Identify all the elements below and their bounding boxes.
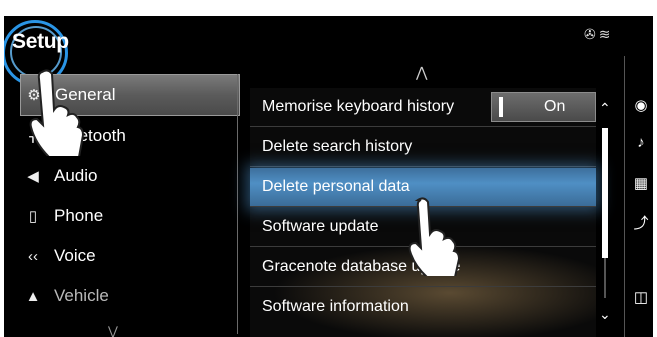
list-item-delete-search-history[interactable]: Delete search history [250, 128, 596, 167]
category-label: Vehicle [54, 286, 109, 305]
car-icon: ▲ [25, 287, 41, 305]
list-item-label: Delete search history [262, 138, 413, 155]
scroll-thumb[interactable] [602, 128, 608, 258]
list-item-label: Software information [262, 298, 409, 315]
display-icon[interactable]: ◫ [630, 288, 652, 306]
toggle-indicator [499, 97, 503, 117]
category-vehicle[interactable]: ▲ Vehicle [20, 276, 238, 316]
list-item-label: Software update [262, 218, 379, 235]
phone-off-icon: ✇ [584, 26, 596, 42]
list-item-label: Memorise keyboard history [262, 98, 455, 115]
category-audio[interactable]: ◀ Audio [20, 156, 238, 196]
category-label: Audio [54, 166, 98, 185]
panel-divider [237, 74, 238, 334]
scroll-down-arrow-icon[interactable]: ⌄ [599, 306, 611, 323]
navigation-icon[interactable]: ◉ [630, 96, 652, 114]
infotainment-screen: Setup ✇ ≋ ⚙ General ᚁ Bluetooth ◀ Audio … [4, 16, 653, 337]
list-scrollbar[interactable]: ⌃ ⌄ [596, 88, 616, 337]
music-icon[interactable]: ♪ [630, 134, 652, 151]
list-item-software-information[interactable]: Software information [250, 288, 596, 326]
pointing-hand-icon [408, 197, 461, 276]
category-label: Voice [54, 246, 96, 265]
page-title: Setup [12, 30, 69, 53]
category-label: Phone [54, 206, 104, 225]
scroll-down-chevron-icon[interactable]: ⋁ [108, 324, 118, 337]
category-voice[interactable]: ‹‹ Voice [20, 236, 238, 276]
list-item-label: Delete personal data [262, 178, 410, 195]
equalizer-icon[interactable]: ▦ [630, 174, 652, 192]
speaker-icon: ◀ [27, 168, 39, 185]
wifi-icon: ≋ [598, 26, 611, 42]
driver-assist-icon[interactable]: ⤴ [630, 212, 652, 233]
pointing-hand-icon [29, 69, 85, 156]
list-item-memorise-keyboard-history[interactable]: Memorise keyboard history On [250, 88, 596, 127]
status-bar: ✇ ≋ [584, 26, 610, 43]
side-bar-divider [624, 56, 625, 337]
scroll-up-chevron-icon[interactable]: ⋀ [416, 64, 427, 81]
keyboard-history-toggle[interactable]: On [491, 92, 596, 122]
phone-icon: ▯ [28, 208, 38, 225]
scroll-up-arrow-icon[interactable]: ⌃ [599, 100, 611, 117]
category-phone[interactable]: ▯ Phone [20, 196, 238, 236]
toggle-value: On [544, 98, 566, 115]
voice-icon: ‹‹ [28, 247, 38, 265]
